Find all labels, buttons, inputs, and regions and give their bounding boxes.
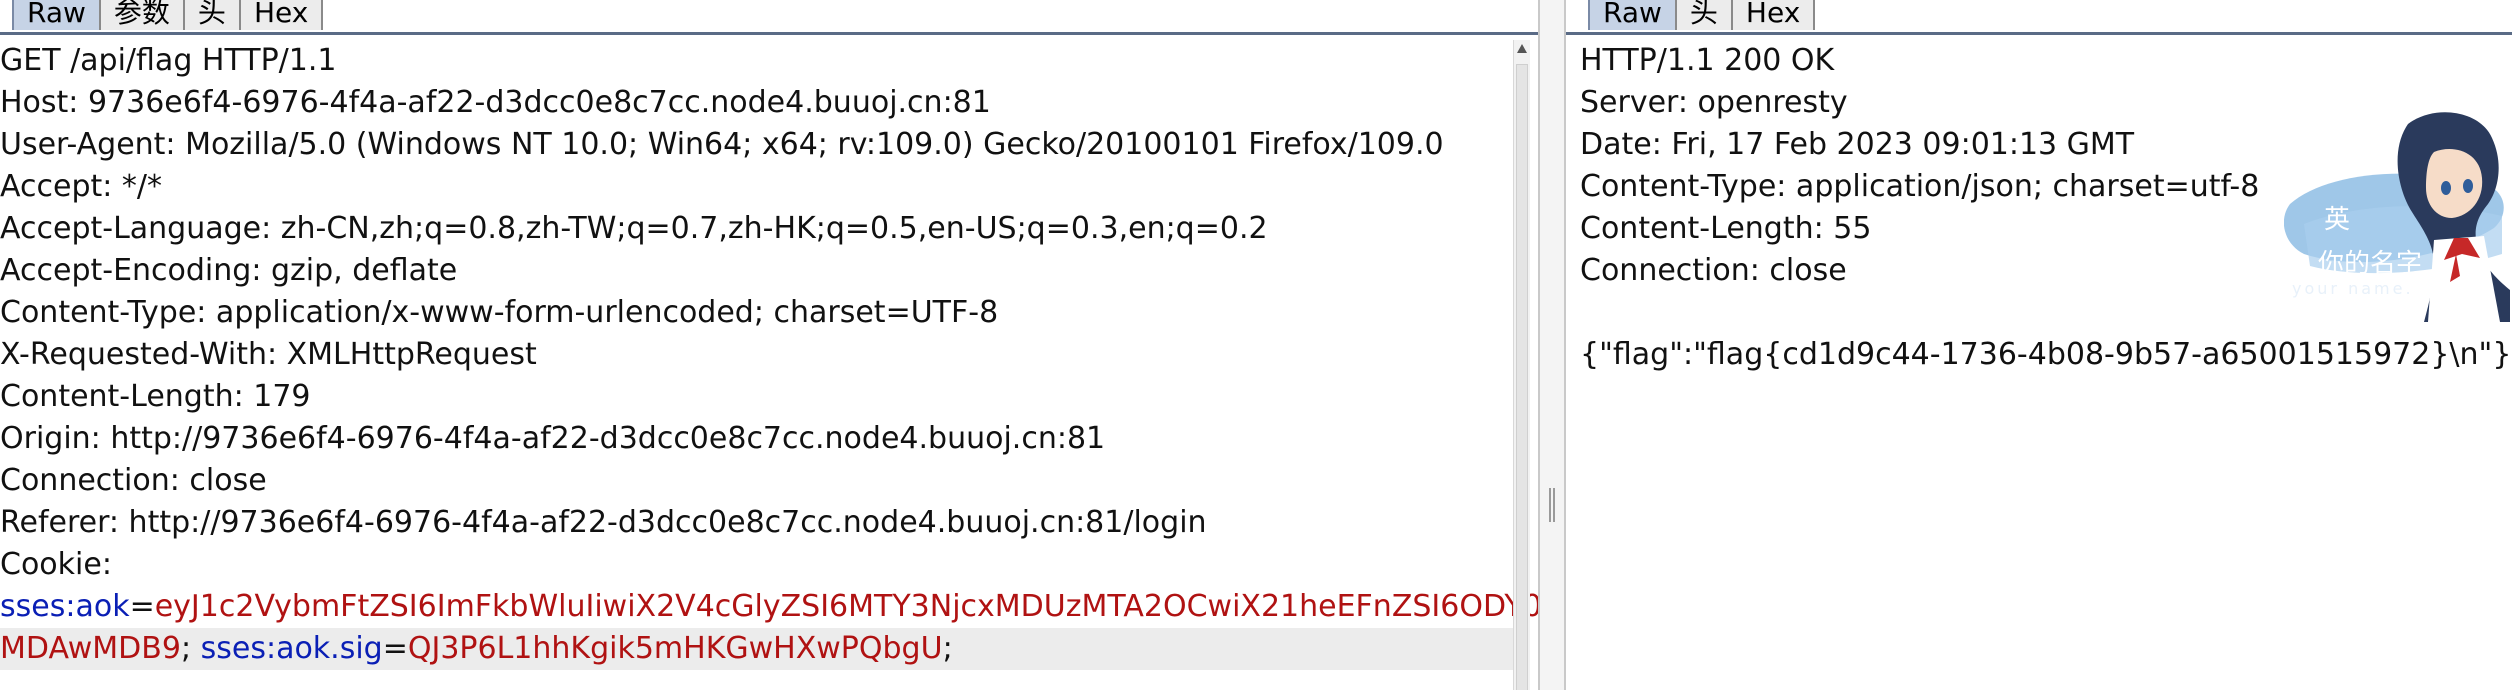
status-line: HTTP/1.1 200 OK [1580,43,1835,78]
header-referer: Referer: http://9736e6f4-6976-4f4a-af22-… [0,505,1207,540]
scrollbar-thumb[interactable] [1516,64,1528,690]
request-tab-headers[interactable]: 头 [182,0,241,30]
request-tab-params[interactable]: 参数 [98,0,185,30]
response-tab-headers[interactable]: 头 [1674,0,1733,30]
request-tab-raw[interactable]: Raw [12,0,101,30]
cookie-eq: = [129,589,155,624]
cookie-value-aok: eyJ1c2VybmFtZSI6ImFkbWluIiwiX2V4cGlyZSI6… [154,589,1538,624]
header-user-agent: User-Agent: Mozilla/5.0 (Windows NT 10.0… [0,127,1444,162]
header-cookie: Cookie: [0,547,112,582]
response-tab-raw[interactable]: Raw [1588,0,1677,30]
cookie-terminator: ; [942,631,953,666]
header-content-type: Content-Type: application/x-www-form-url… [0,295,999,330]
header-origin: Origin: http://9736e6f4-6976-4f4a-af22-d… [0,421,1106,456]
cookie-line-1: sses:aok=eyJ1c2VybmFtZSI6ImFkbWluIiwiX2V… [0,586,1538,628]
pane-splitter[interactable] [1538,0,1566,690]
cookie-value-aok-sig: QJ3P6L1hhKgik5mHKGwHXwPQbgU [407,631,943,666]
header-accept: Accept: */* [0,169,162,204]
watermark-text-2: 你的名字 [2318,249,2422,279]
header-x-requested-with: X-Requested-With: XMLHttpRequest [0,337,537,372]
response-tab-hex[interactable]: Hex [1730,0,1816,30]
anime-watermark-image: 英 你的名字 your name. [2284,104,2512,326]
response-tab-bar: Raw 头 Hex [1566,0,2512,35]
header-accept-language: Accept-Language: zh-CN,zh;q=0.8,zh-TW;q=… [0,211,1268,246]
request-tab-bar: Raw 参数 头 Hex [0,0,1538,35]
cookie-name-aok: sses:aok [0,589,130,624]
header-content-length: Content-Length: 179 [0,379,311,414]
request-pane: Raw 参数 头 Hex GET /api/flag HTTP/1.1 Host… [0,0,1538,690]
watermark-text-3: your name. [2292,279,2414,298]
request-line: GET /api/flag HTTP/1.1 [0,43,337,78]
cookie-eq: = [382,631,408,666]
splitter-grip-icon[interactable] [1549,488,1555,522]
request-editor[interactable]: GET /api/flag HTTP/1.1 Host: 9736e6f4-69… [0,40,1538,690]
response-body: {"flag":"flag{cd1d9c44-1736-4b08-9b57-a6… [1580,337,2512,372]
http-message-viewer: Raw 参数 头 Hex GET /api/flag HTTP/1.1 Host… [0,0,2512,690]
scroll-up-arrow-icon[interactable] [1517,44,1527,53]
cookie-value-aok-cont: MDAwMDB9 [0,631,181,666]
cookie-name-aok-sig: sses:aok.sig [200,631,383,666]
request-vertical-scrollbar[interactable] [1513,40,1530,690]
watermark-text-1: 英 [2324,205,2350,235]
cookie-line-2: MDAwMDB9; sses:aok.sig=QJ3P6L1hhKgik5mHK… [0,628,1514,670]
request-tab-hex[interactable]: Hex [238,0,324,30]
header-accept-encoding: Accept-Encoding: gzip, deflate [0,253,458,288]
header-connection: Connection: close [0,463,267,498]
header-host: Host: 9736e6f4-6976-4f4a-af22-d3dcc0e8c7… [0,85,991,120]
cookie-separator: ; [180,631,201,666]
